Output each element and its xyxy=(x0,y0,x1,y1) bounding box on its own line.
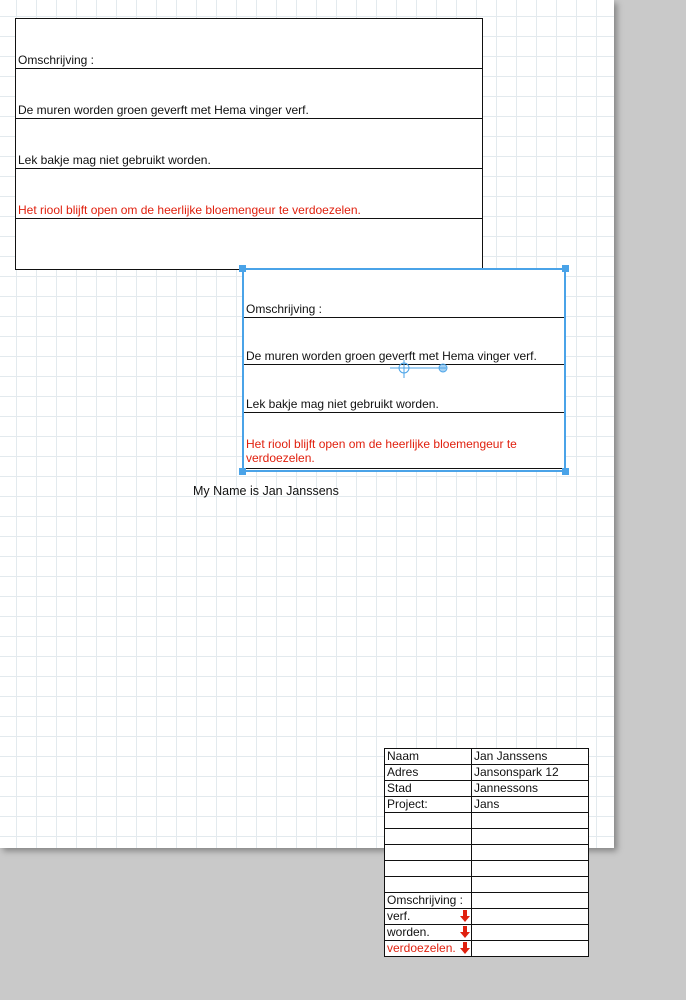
table-label: verf. xyxy=(387,909,411,924)
table-value: Jan Janssens xyxy=(474,749,548,764)
table-value-cell[interactable] xyxy=(471,876,589,893)
table-row[interactable]: verdoezelen. xyxy=(384,940,589,957)
table-label-cell[interactable] xyxy=(384,828,472,845)
table-value-cell[interactable] xyxy=(471,924,589,941)
table-value: Jansonspark 12 xyxy=(474,765,559,780)
description-label: Omschrijving : xyxy=(18,53,95,67)
table-value-cell[interactable] xyxy=(471,812,589,829)
table-row[interactable] xyxy=(384,876,589,893)
table-label-cell[interactable]: Naam xyxy=(384,748,472,765)
table-label-cell[interactable] xyxy=(384,812,472,829)
description-row[interactable]: Het riool blijft open om de heerlijke bl… xyxy=(244,413,564,469)
table-row[interactable]: verf. xyxy=(384,908,589,925)
table-label-cell[interactable]: worden. xyxy=(384,924,472,941)
table-value-cell[interactable] xyxy=(471,844,589,861)
table-label: Stad xyxy=(387,781,412,796)
name-text[interactable]: My Name is Jan Janssens xyxy=(193,484,339,498)
table-label: verdoezelen. xyxy=(387,941,456,956)
table-row[interactable] xyxy=(384,812,589,829)
table-value: Jans xyxy=(474,797,500,812)
table-row[interactable] xyxy=(384,828,589,845)
move-guide-icon[interactable] xyxy=(390,360,450,380)
table-value-cell[interactable]: Jansonspark 12 xyxy=(471,764,589,781)
description-row[interactable]: Omschrijving : xyxy=(244,270,564,318)
resize-handle-top-right[interactable] xyxy=(562,265,569,272)
description-text: De muren worden groen geverft met Hema v… xyxy=(18,103,309,117)
table-row[interactable]: Adres Jansonspark 12 xyxy=(384,764,589,781)
table-row[interactable]: worden. xyxy=(384,924,589,941)
table-label: Adres xyxy=(387,765,419,780)
resize-handle-bottom-left[interactable] xyxy=(239,468,246,475)
table-label-cell[interactable] xyxy=(384,844,472,861)
description-text: Het riool blijft open om de heerlijke bl… xyxy=(18,203,361,217)
table-label-cell[interactable]: Project: xyxy=(384,796,472,813)
table-value-cell[interactable] xyxy=(471,860,589,877)
description-row[interactable]: Lek bakje mag niet gebruikt worden. xyxy=(16,119,482,169)
table-value: Jannessons xyxy=(474,781,539,796)
table-row[interactable] xyxy=(384,844,589,861)
resize-handle-top-left[interactable] xyxy=(239,265,246,272)
description-row[interactable]: De muren worden groen geverft met Hema v… xyxy=(244,318,564,365)
resize-handle-bottom-right[interactable] xyxy=(562,468,569,475)
description-box[interactable]: Omschrijving : De muren worden groen gev… xyxy=(15,18,483,270)
table-label-cell[interactable] xyxy=(384,860,472,877)
table-value-cell[interactable]: Jannessons xyxy=(471,780,589,797)
table-label-cell[interactable]: Adres xyxy=(384,764,472,781)
table-row[interactable]: Stad Jannessons xyxy=(384,780,589,797)
table-label: Omschrijving : xyxy=(387,893,464,908)
description-text: Het riool blijft open om de heerlijke bl… xyxy=(246,436,517,465)
table-label-cell[interactable]: verf. xyxy=(384,908,472,925)
info-table[interactable]: Naam Jan Janssens Adres Jansonspark 12 Stad J… xyxy=(384,748,589,957)
table-value-cell[interactable]: Jans xyxy=(471,796,589,813)
table-row[interactable]: Project: Jans xyxy=(384,796,589,813)
description-row[interactable]: Het riool blijft open om de heerlijke bl… xyxy=(16,169,482,219)
description-row[interactable]: De muren worden groen geverft met Hema v… xyxy=(16,69,482,119)
table-value-cell[interactable] xyxy=(471,908,589,925)
description-text: Lek bakje mag niet gebruikt worden. xyxy=(246,396,439,411)
table-label-cell[interactable]: verdoezelen. xyxy=(384,940,472,957)
table-value-cell[interactable] xyxy=(471,940,589,957)
table-label: Project: xyxy=(387,797,428,812)
table-label: Naam xyxy=(387,749,420,764)
table-value-cell[interactable] xyxy=(471,828,589,845)
description-row[interactable]: Omschrijving : xyxy=(16,19,482,69)
table-value-cell[interactable] xyxy=(471,892,589,909)
table-label-cell[interactable]: Omschrijving : xyxy=(384,892,472,909)
table-label: worden. xyxy=(387,925,430,940)
description-row[interactable] xyxy=(16,219,482,269)
table-value-cell[interactable]: Jan Janssens xyxy=(471,748,589,765)
description-label: Omschrijving : xyxy=(246,301,323,316)
table-label-cell[interactable] xyxy=(384,876,472,893)
table-row[interactable]: Naam Jan Janssens xyxy=(384,748,589,765)
table-row[interactable] xyxy=(384,860,589,877)
description-text: Lek bakje mag niet gebruikt worden. xyxy=(18,153,211,167)
table-label-cell[interactable]: Stad xyxy=(384,780,472,797)
document-page[interactable]: Omschrijving : De muren worden groen gev… xyxy=(0,0,614,848)
table-row[interactable]: Omschrijving : xyxy=(384,892,589,909)
